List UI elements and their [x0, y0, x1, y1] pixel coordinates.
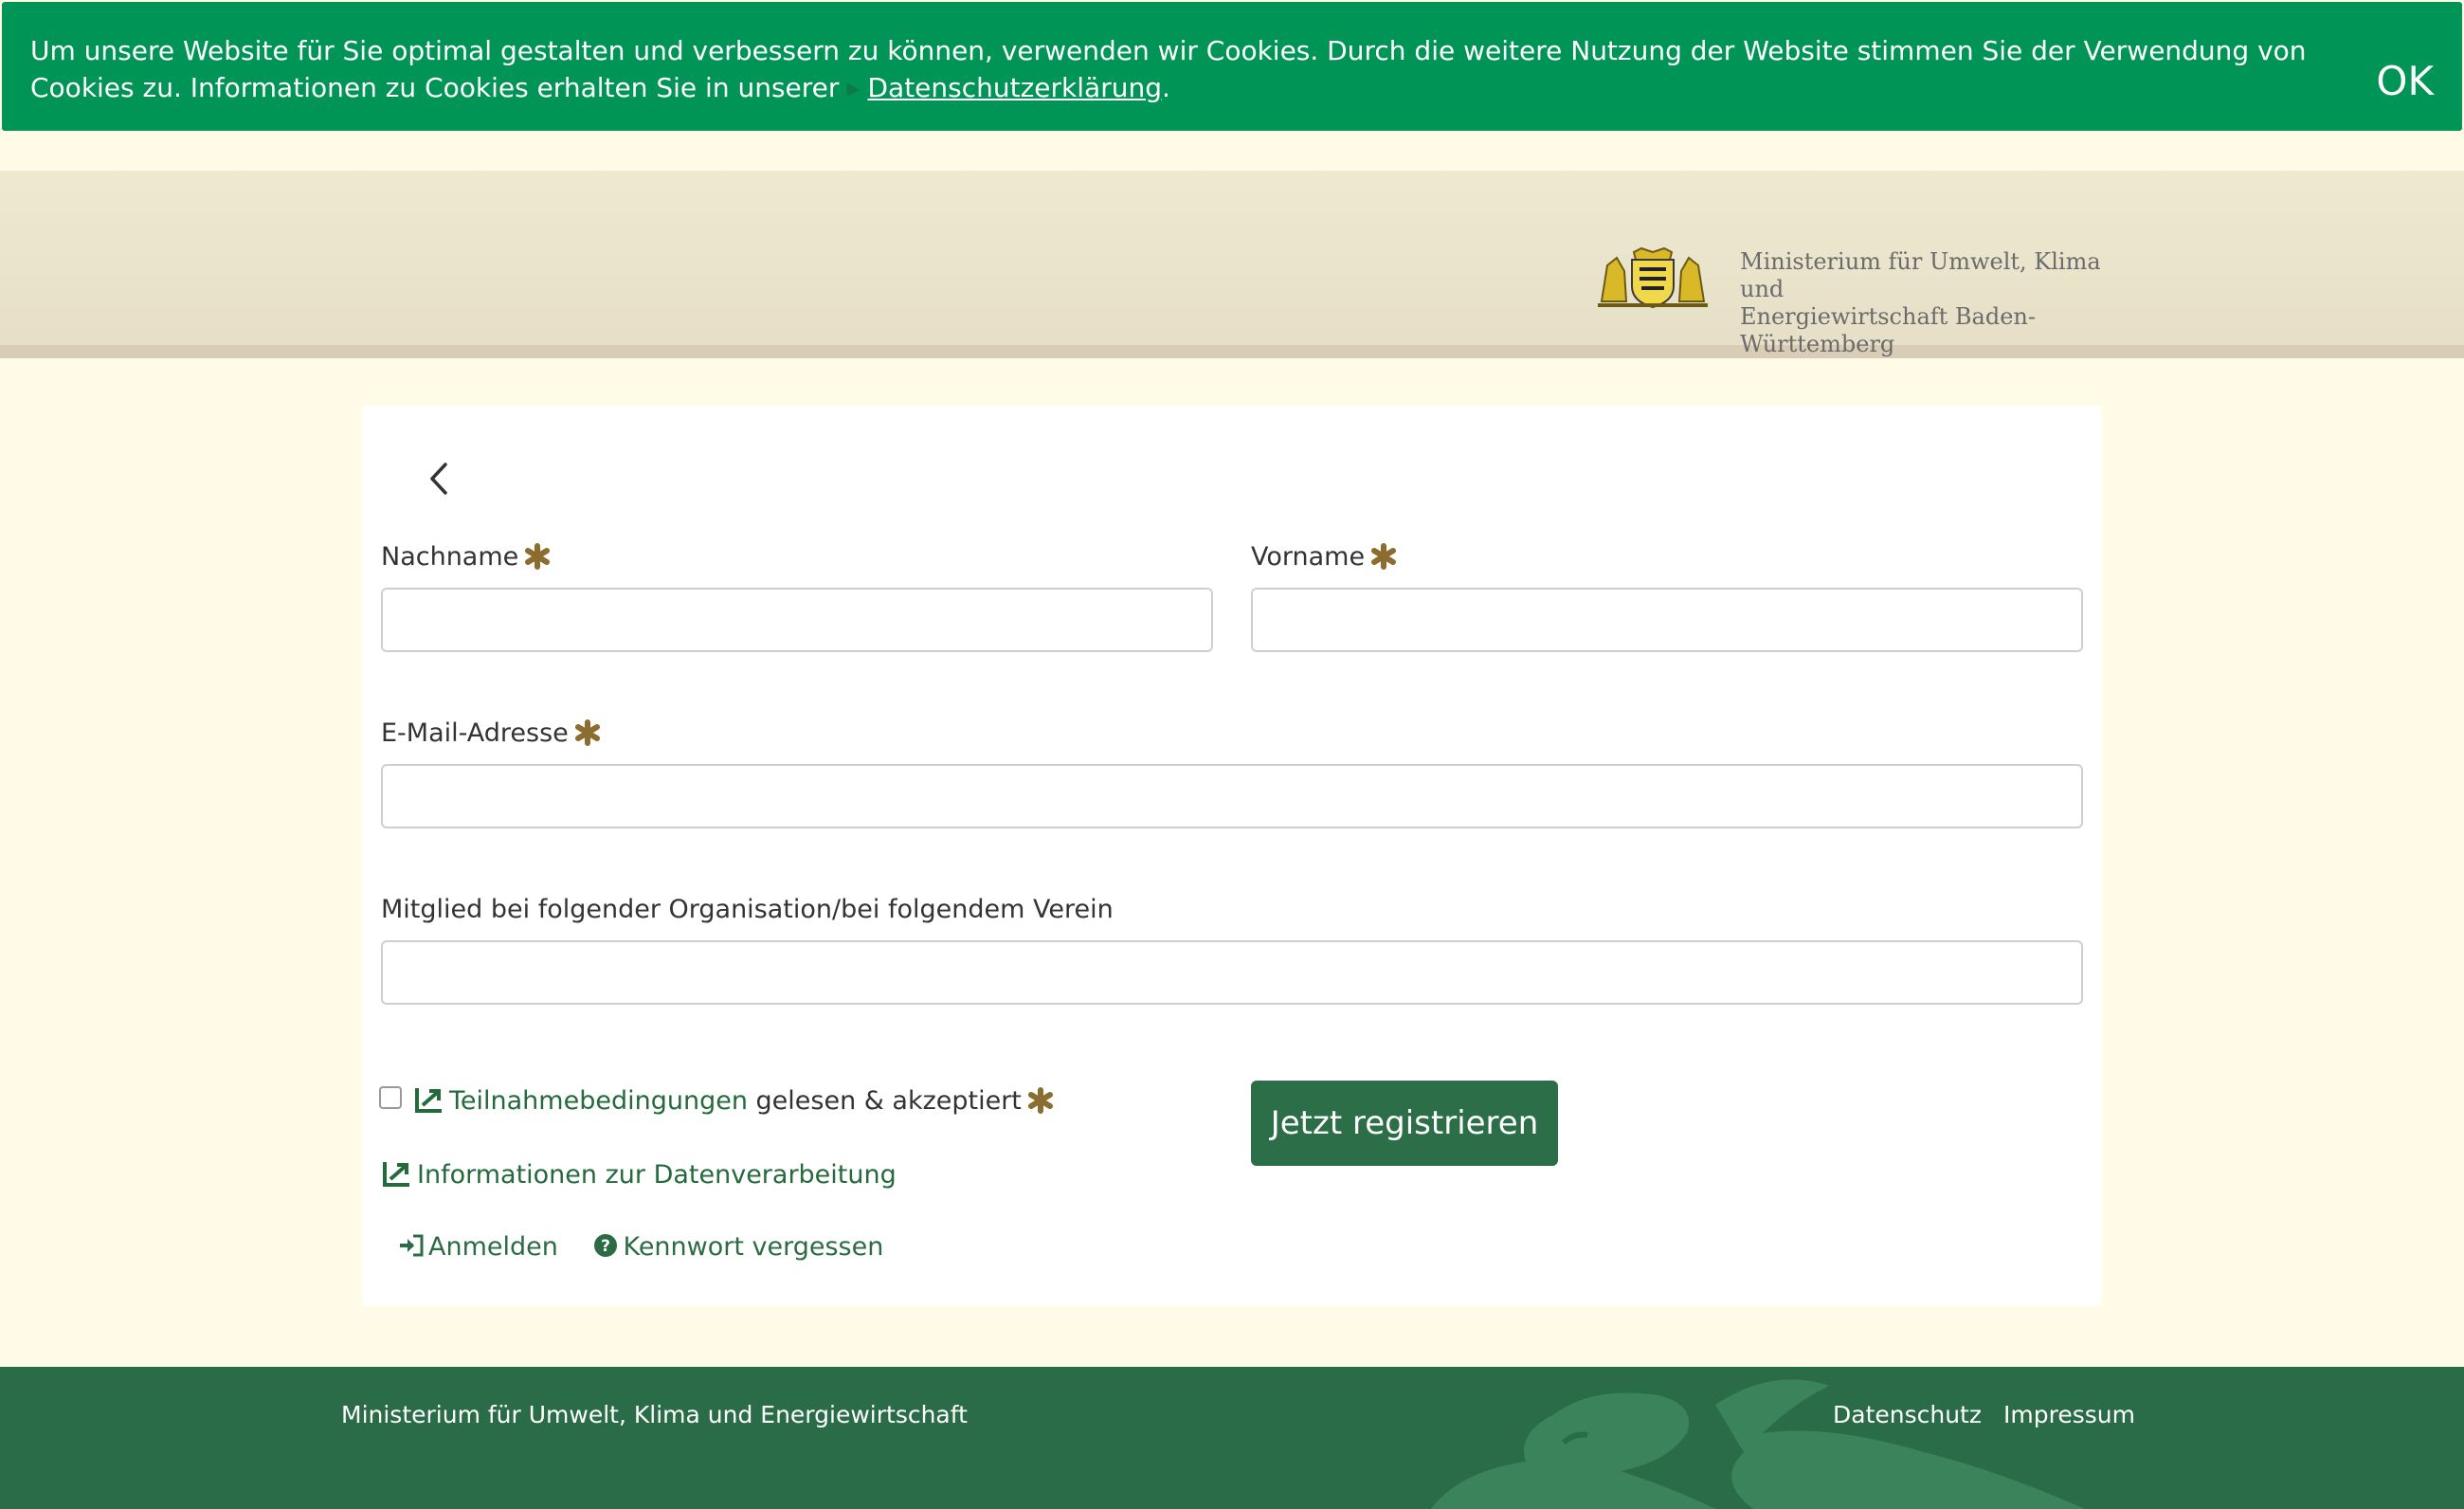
last-name-label-text: Nachname [381, 542, 519, 572]
first-name-label-text: Vorname [1251, 542, 1366, 572]
required-asterisk-icon [1027, 1087, 1053, 1114]
forgot-password-label: Kennwort vergessen [623, 1232, 884, 1262]
last-name-label: Nachname [381, 542, 551, 572]
auth-links: Anmelden ? Kennwort vergessen [398, 1232, 910, 1262]
organization-label: Mitglied bei folgender Organisation/bei … [381, 895, 1114, 924]
terms-link[interactable]: Teilnahmebedingungen [449, 1086, 748, 1116]
cookie-text-block: Um unsere Website für Sie optimal gestal… [30, 32, 2381, 106]
data-processing-row: Informationen zur Datenverarbeitung [381, 1158, 897, 1190]
first-name-label: Vorname [1251, 542, 1397, 572]
back-chevron-icon[interactable] [419, 455, 457, 502]
forgot-password-link[interactable]: ? Kennwort vergessen [592, 1232, 883, 1262]
sign-in-icon [400, 1234, 424, 1257]
login-label: Anmelden [428, 1232, 558, 1262]
register-button[interactable]: Jetzt registrieren [1251, 1081, 1558, 1166]
external-link-icon [415, 1088, 442, 1113]
lion-watermark-icon [1431, 1379, 2085, 1509]
cookie-bullet: ▸ [846, 72, 861, 103]
email-input[interactable] [381, 764, 2083, 828]
site-footer: Ministerium für Umwelt, Klima und Energi… [0, 1367, 2464, 1509]
ministry-name-line2: Energiewirtschaft Baden-Württemberg [1740, 303, 2036, 357]
terms-row: Teilnahmebedingungen gelesen & akzeptier… [413, 1084, 1054, 1116]
site-header: Ministerium für Umwelt, Klima und Energi… [0, 171, 2464, 358]
organization-input[interactable] [381, 940, 2083, 1005]
question-circle-icon: ? [594, 1234, 618, 1257]
cookie-period: . [1161, 72, 1170, 103]
login-link[interactable]: Anmelden [398, 1232, 558, 1262]
required-asterisk-icon [1371, 543, 1397, 570]
coat-of-arms-icon [1598, 246, 1708, 309]
cookie-ok-button[interactable]: OK [2376, 62, 2434, 101]
ministry-name: Ministerium für Umwelt, Klima und Energi… [1740, 248, 2138, 358]
terms-checkbox[interactable] [379, 1086, 402, 1109]
ministry-name-line1: Ministerium für Umwelt, Klima und [1740, 248, 2101, 302]
registration-form: Nachname Vorname E-Mail-Adresse Mitglied… [362, 406, 2102, 1306]
first-name-input[interactable] [1251, 588, 2083, 652]
terms-suffix: gelesen & akzeptiert [755, 1086, 1022, 1116]
privacy-policy-link[interactable]: Datenschutzerklärung [867, 72, 1162, 103]
svg-text:?: ? [602, 1237, 611, 1256]
external-link-icon [383, 1162, 409, 1187]
footer-ministry-name: Ministerium für Umwelt, Klima und Energi… [341, 1401, 968, 1428]
data-processing-link[interactable]: Informationen zur Datenverarbeitung [417, 1160, 897, 1190]
email-label-text: E-Mail-Adresse [381, 718, 569, 748]
footer-imprint-link[interactable]: Impressum [2003, 1401, 2135, 1428]
required-asterisk-icon [525, 543, 551, 570]
last-name-input[interactable] [381, 588, 1213, 652]
cookie-banner: Um unsere Website für Sie optimal gestal… [2, 2, 2462, 131]
footer-privacy-link[interactable]: Datenschutz [1833, 1401, 1982, 1428]
email-label: E-Mail-Adresse [381, 718, 601, 748]
required-asterisk-icon [574, 719, 600, 746]
